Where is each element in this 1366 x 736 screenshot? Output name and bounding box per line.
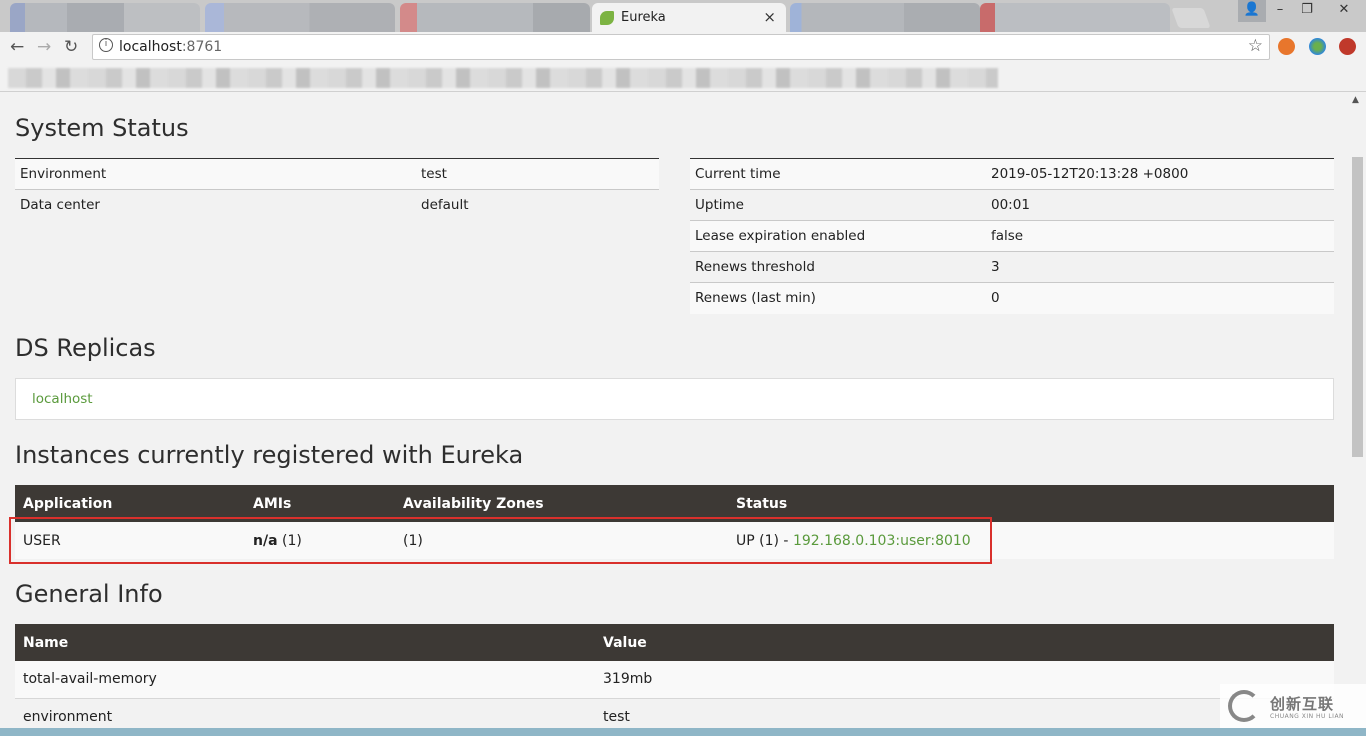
info-name: total-avail-memory xyxy=(15,661,595,699)
general-info-table: Name Value total-avail-memory 319mb envi… xyxy=(15,624,1334,736)
status-key: Renews (last min) xyxy=(690,282,986,314)
forward-arrow-icon[interactable]: → xyxy=(37,37,51,57)
new-tab-button[interactable] xyxy=(1171,8,1211,28)
table-row: total-avail-memory 319mb xyxy=(15,661,1334,699)
column-header: Name xyxy=(15,624,595,661)
annotation-highlight-box xyxy=(9,517,992,564)
status-value: 00:01 xyxy=(986,189,1334,221)
status-value: 2019-05-12T20:13:28 +0800 xyxy=(986,158,1334,190)
table-header: Name Value xyxy=(15,624,1334,661)
extension-icon[interactable] xyxy=(1339,38,1356,55)
table-row: Uptime 00:01 xyxy=(690,189,1334,221)
table-row: Environment test xyxy=(15,158,659,190)
section-heading-general-info: General Info xyxy=(15,580,163,608)
watermark-logo-icon xyxy=(1228,690,1260,722)
status-value: default xyxy=(421,197,469,214)
back-arrow-icon[interactable]: ← xyxy=(10,37,24,57)
browser-tab[interactable] xyxy=(790,3,980,32)
maximize-button[interactable]: ❐ xyxy=(1293,0,1321,22)
table-row: Renews (last min) 0 xyxy=(690,282,1334,314)
status-value: false xyxy=(986,220,1334,252)
tab-title: Eureka xyxy=(621,10,666,25)
replica-link[interactable]: localhost xyxy=(32,391,93,407)
table-row: Renews threshold 3 xyxy=(690,251,1334,283)
address-bar[interactable]: i localhost:8761 ☆ xyxy=(92,34,1270,60)
user-profile-icon[interactable]: 👤 xyxy=(1238,0,1266,22)
watermark-text: 创新互联 xyxy=(1270,695,1335,713)
column-header: Value xyxy=(595,624,1334,661)
scroll-up-arrow-icon[interactable]: ▲ xyxy=(1352,95,1359,105)
bookmark-star-icon[interactable]: ☆ xyxy=(1248,36,1263,56)
tab-bar: Eureka × 👤 – ❐ ✕ xyxy=(0,0,1366,32)
browser-tab[interactable] xyxy=(205,3,395,32)
url-text: localhost:8761 xyxy=(119,39,223,55)
status-value: 3 xyxy=(986,251,1334,283)
browser-tab[interactable] xyxy=(980,3,1170,32)
extension-globe-icon[interactable] xyxy=(1309,38,1326,55)
table-row: Data center default xyxy=(15,190,659,221)
minimize-button[interactable]: – xyxy=(1266,0,1294,22)
watermark: 创新互联 CHUANG XIN HU LIAN xyxy=(1220,684,1366,728)
system-status-left-table: Environment test Data center default xyxy=(15,158,659,221)
status-value: test xyxy=(416,158,659,190)
blurred-bookmarks[interactable] xyxy=(8,68,998,88)
scrollbar-thumb[interactable] xyxy=(1352,157,1363,457)
status-key: Uptime xyxy=(690,189,986,221)
system-status-right-table: Current time 2019-05-12T20:13:28 +0800 U… xyxy=(690,158,1334,314)
status-value: 0 xyxy=(986,282,1334,314)
table-row: Current time 2019-05-12T20:13:28 +0800 xyxy=(690,158,1334,190)
browser-tab[interactable] xyxy=(10,3,200,32)
status-key: Renews threshold xyxy=(690,251,986,283)
status-key: Current time xyxy=(690,158,986,190)
info-icon[interactable]: i xyxy=(99,38,113,52)
section-heading-ds-replicas: DS Replicas xyxy=(15,334,156,362)
spring-leaf-icon xyxy=(600,11,614,25)
reload-icon[interactable]: ↻ xyxy=(64,37,78,57)
status-key: Environment xyxy=(15,158,416,190)
ds-replicas-panel: localhost xyxy=(15,378,1334,420)
watermark-subtext: CHUANG XIN HU LIAN xyxy=(1270,713,1345,720)
section-heading-instances: Instances currently registered with Eure… xyxy=(15,441,524,469)
browser-tab-eureka[interactable]: Eureka × xyxy=(592,3,786,32)
os-taskbar[interactable] xyxy=(0,728,1366,736)
browser-tab[interactable] xyxy=(400,3,590,32)
close-tab-icon[interactable]: × xyxy=(763,8,776,26)
section-heading-system-status: System Status xyxy=(15,114,189,142)
close-window-button[interactable]: ✕ xyxy=(1322,0,1366,22)
status-key: Data center xyxy=(20,197,100,214)
extension-icon[interactable] xyxy=(1278,38,1295,55)
table-row: Lease expiration enabled false xyxy=(690,220,1334,252)
status-key: Lease expiration enabled xyxy=(690,220,986,252)
bookmarks-bar xyxy=(0,62,1366,92)
